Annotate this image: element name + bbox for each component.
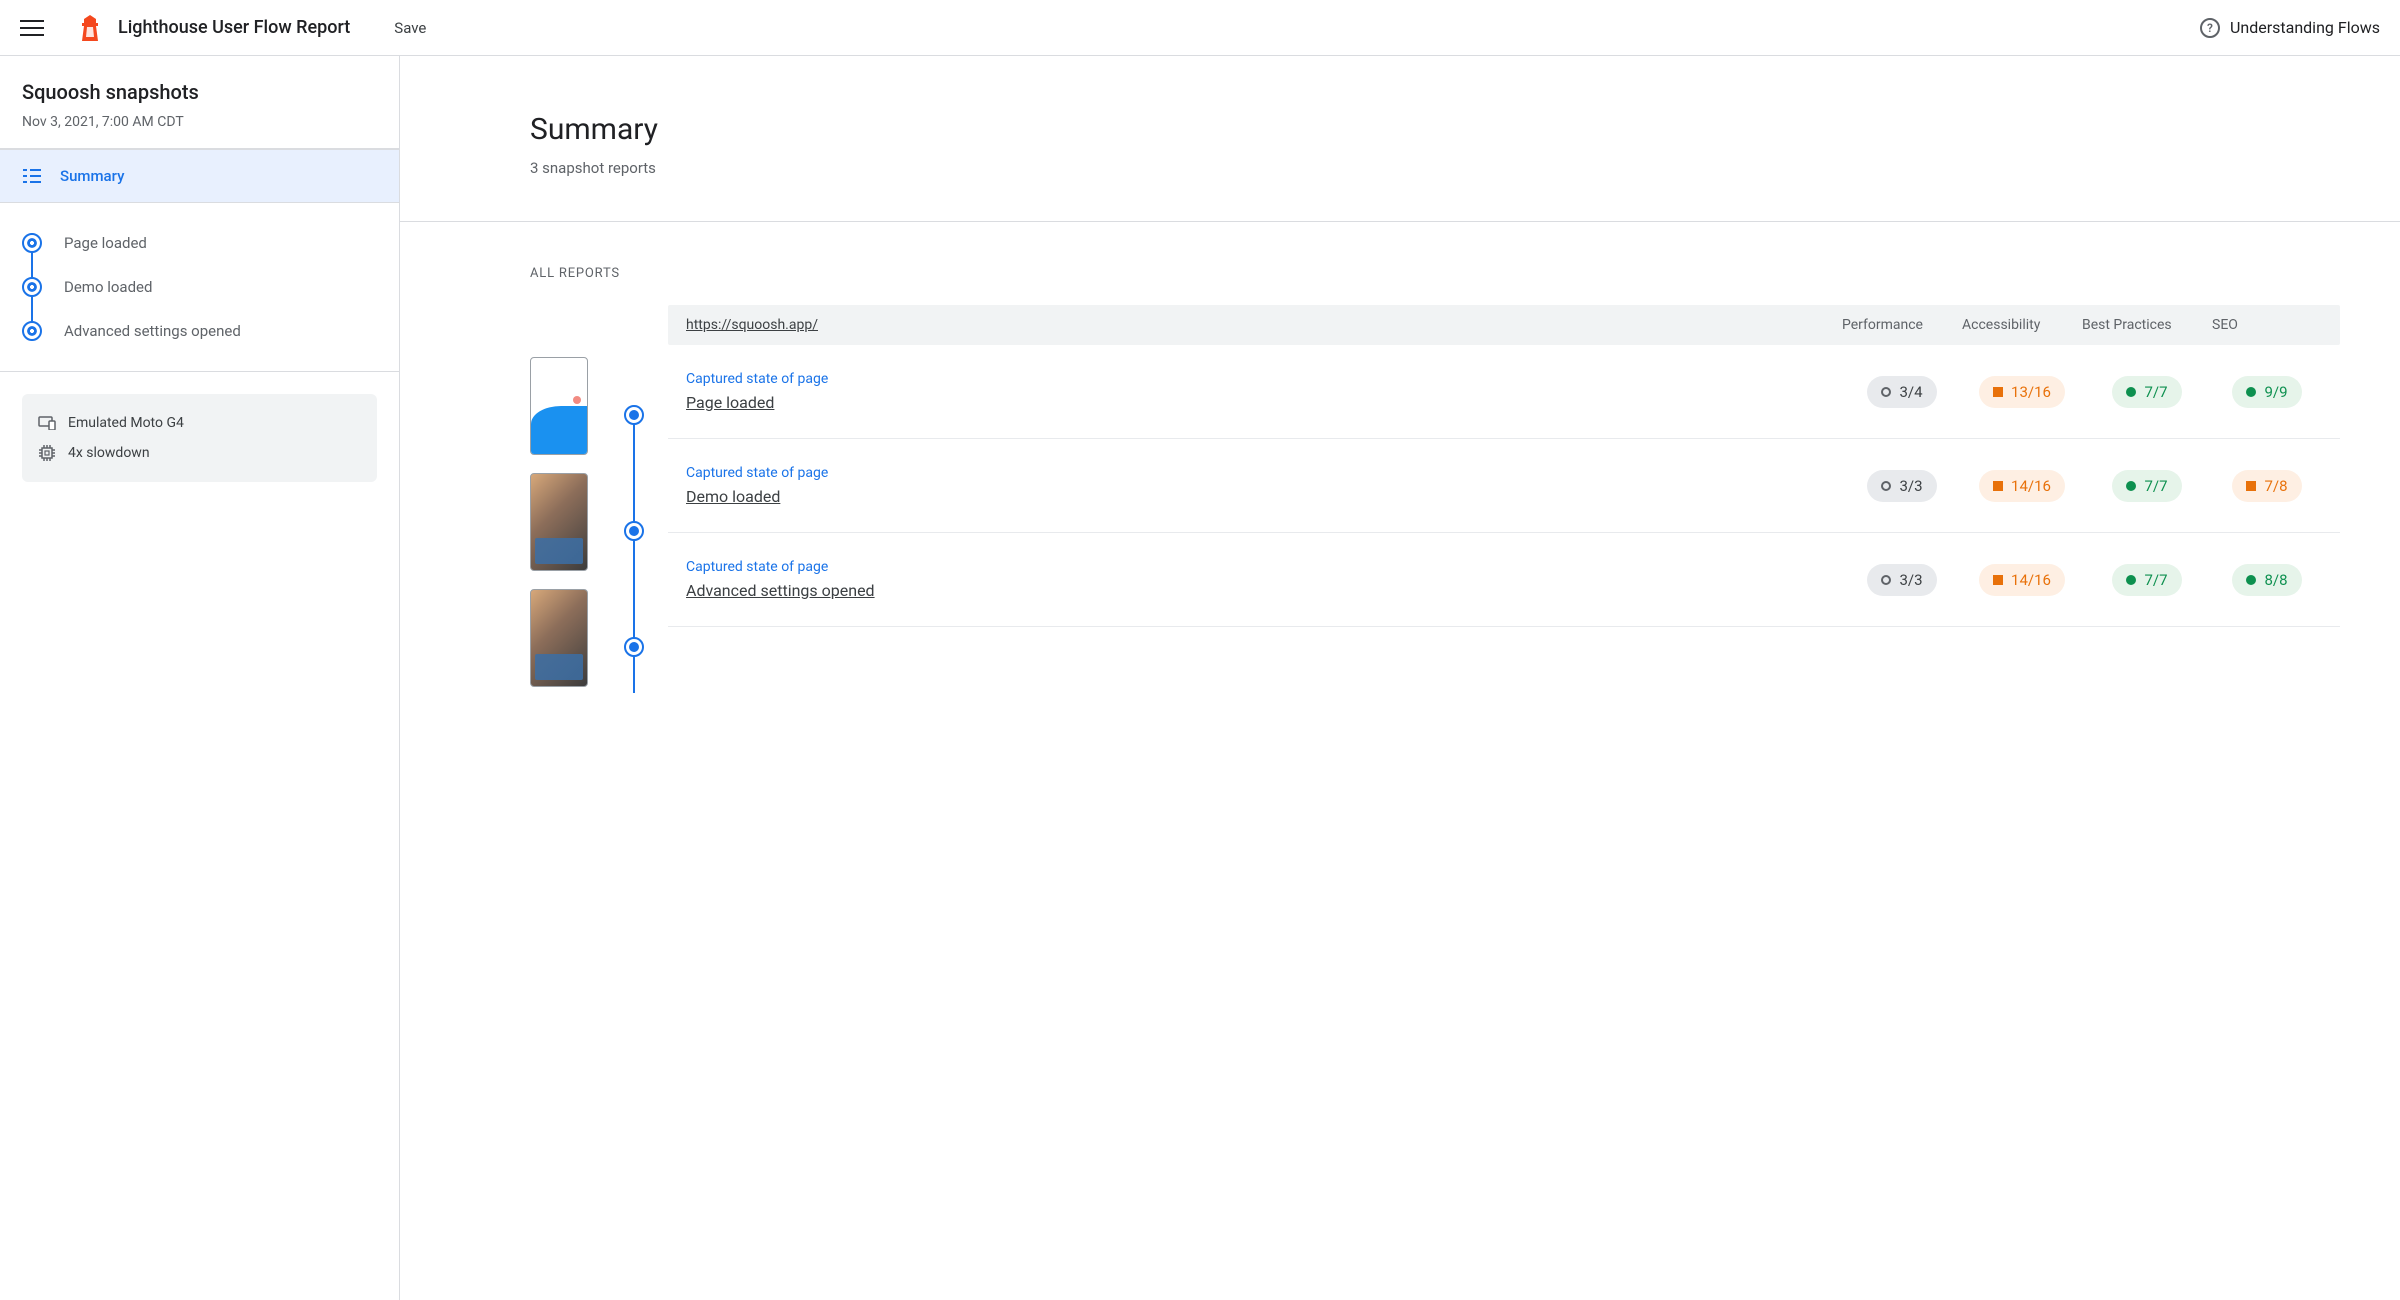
score-pill-bp[interactable]: 7/7 [2112, 564, 2181, 596]
dot-icon [2126, 387, 2136, 397]
score-text: 7/7 [2144, 383, 2167, 401]
score-pill-a11y[interactable]: 14/16 [1979, 564, 2065, 596]
report-row: Captured state of page Demo loaded 3/3 14/1… [668, 439, 2340, 533]
report-title-link[interactable]: Page loaded [686, 393, 1842, 412]
score-text: 8/8 [2264, 571, 2287, 589]
score-text: 14/16 [2011, 571, 2051, 589]
save-button[interactable]: Save [394, 19, 426, 37]
score-text: 7/8 [2264, 477, 2287, 495]
score-text: 3/3 [1899, 477, 1922, 495]
col-accessibility: Accessibility [1962, 317, 2082, 333]
flow-step[interactable]: Page loaded [22, 221, 377, 265]
list-icon [22, 166, 42, 186]
sidebar-item-label: Summary [60, 167, 124, 185]
report-thumbnail[interactable] [530, 589, 588, 687]
score-text: 13/16 [2011, 383, 2051, 401]
report-title-link[interactable]: Demo loaded [686, 487, 1842, 506]
sidebar-item-summary[interactable]: Summary [0, 149, 399, 202]
report-row: Captured state of page Advanced settings … [668, 533, 2340, 627]
flow-step-label: Advanced settings opened [64, 322, 241, 340]
score-text: 9/9 [2264, 383, 2287, 401]
col-performance: Performance [1842, 317, 1962, 333]
score-pill-a11y[interactable]: 13/16 [1979, 376, 2065, 408]
dot-icon [2126, 481, 2136, 491]
score-pill-seo[interactable]: 9/9 [2232, 376, 2301, 408]
report-caption: Captured state of page [686, 371, 1842, 387]
help-icon: ? [2200, 18, 2220, 38]
flow-step[interactable]: Advanced settings opened [22, 309, 377, 353]
score-pill-perf[interactable]: 3/3 [1867, 470, 1936, 502]
environment-info: Emulated Moto G4 4x slowdown [22, 394, 377, 482]
flow-step-label: Page loaded [64, 234, 147, 252]
report-title-link[interactable]: Advanced settings opened [686, 581, 1842, 600]
flow-title: Squoosh snapshots [22, 80, 377, 104]
understanding-flows-label: Understanding Flows [2230, 18, 2380, 37]
report-url-link[interactable]: https://squoosh.app/ [686, 317, 1842, 333]
score-pill-perf[interactable]: 3/4 [1867, 376, 1936, 408]
flow-step-label: Demo loaded [64, 278, 152, 296]
snapshot-node-icon [624, 637, 644, 657]
square-icon [1993, 575, 2003, 585]
understanding-flows-link[interactable]: ? Understanding Flows [2200, 18, 2380, 38]
flow-step[interactable]: Demo loaded [22, 265, 377, 309]
report-table-header: https://squoosh.app/ Performance Accessi… [668, 305, 2340, 345]
score-pill-seo[interactable]: 8/8 [2232, 564, 2301, 596]
snapshot-node-icon [624, 405, 644, 425]
circle-icon [1881, 481, 1891, 491]
cpu-icon [38, 444, 56, 462]
page-subtitle: 3 snapshot reports [530, 159, 2400, 177]
throttle-label: 4x slowdown [68, 445, 150, 461]
sidebar-header: Squoosh snapshots Nov 3, 2021, 7:00 AM C… [0, 56, 399, 149]
square-icon [1993, 481, 2003, 491]
col-seo: SEO [2212, 317, 2322, 333]
score-text: 7/7 [2144, 477, 2167, 495]
circle-icon [1881, 387, 1891, 397]
circle-icon [1881, 575, 1891, 585]
score-pill-a11y[interactable]: 14/16 [1979, 470, 2065, 502]
top-bar: Lighthouse User Flow Report Save ? Under… [0, 0, 2400, 56]
square-icon [1993, 387, 2003, 397]
report-caption: Captured state of page [686, 559, 1842, 575]
flow-step-list: Page loaded Demo loaded Advanced setting… [0, 203, 399, 371]
report-thumbnail[interactable] [530, 473, 588, 571]
sidebar: Squoosh snapshots Nov 3, 2021, 7:00 AM C… [0, 56, 400, 1300]
dot-icon [2246, 575, 2256, 585]
score-text: 7/7 [2144, 571, 2167, 589]
flow-date: Nov 3, 2021, 7:00 AM CDT [22, 114, 377, 130]
timeline-column [618, 305, 650, 753]
score-pill-seo[interactable]: 7/8 [2232, 470, 2301, 502]
score-pill-perf[interactable]: 3/3 [1867, 564, 1936, 596]
snapshot-node-icon [22, 233, 42, 253]
score-text: 14/16 [2011, 477, 2051, 495]
dot-icon [2246, 387, 2256, 397]
report-thumbnail[interactable] [530, 357, 588, 455]
report-caption: Captured state of page [686, 465, 1842, 481]
page-title: Summary [530, 112, 2400, 147]
square-icon [2246, 481, 2256, 491]
report-row: Captured state of page Page loaded 3/4 13/1… [668, 345, 2340, 439]
lighthouse-logo-icon [80, 15, 100, 41]
snapshot-node-icon [22, 321, 42, 341]
score-text: 3/4 [1899, 383, 1922, 401]
score-pill-bp[interactable]: 7/7 [2112, 376, 2181, 408]
score-text: 3/3 [1899, 571, 1922, 589]
all-reports-heading: ALL REPORTS [530, 266, 2340, 281]
snapshot-node-icon [22, 277, 42, 297]
col-best-practices: Best Practices [2082, 317, 2212, 333]
menu-icon[interactable] [20, 16, 44, 40]
device-icon [38, 414, 56, 432]
main-content: Summary 3 snapshot reports ALL REPORTS [400, 56, 2400, 1300]
device-label: Emulated Moto G4 [68, 415, 184, 431]
thumbnail-column [530, 305, 600, 753]
snapshot-node-icon [624, 521, 644, 541]
score-pill-bp[interactable]: 7/7 [2112, 470, 2181, 502]
app-title: Lighthouse User Flow Report [118, 17, 350, 38]
dot-icon [2126, 575, 2136, 585]
